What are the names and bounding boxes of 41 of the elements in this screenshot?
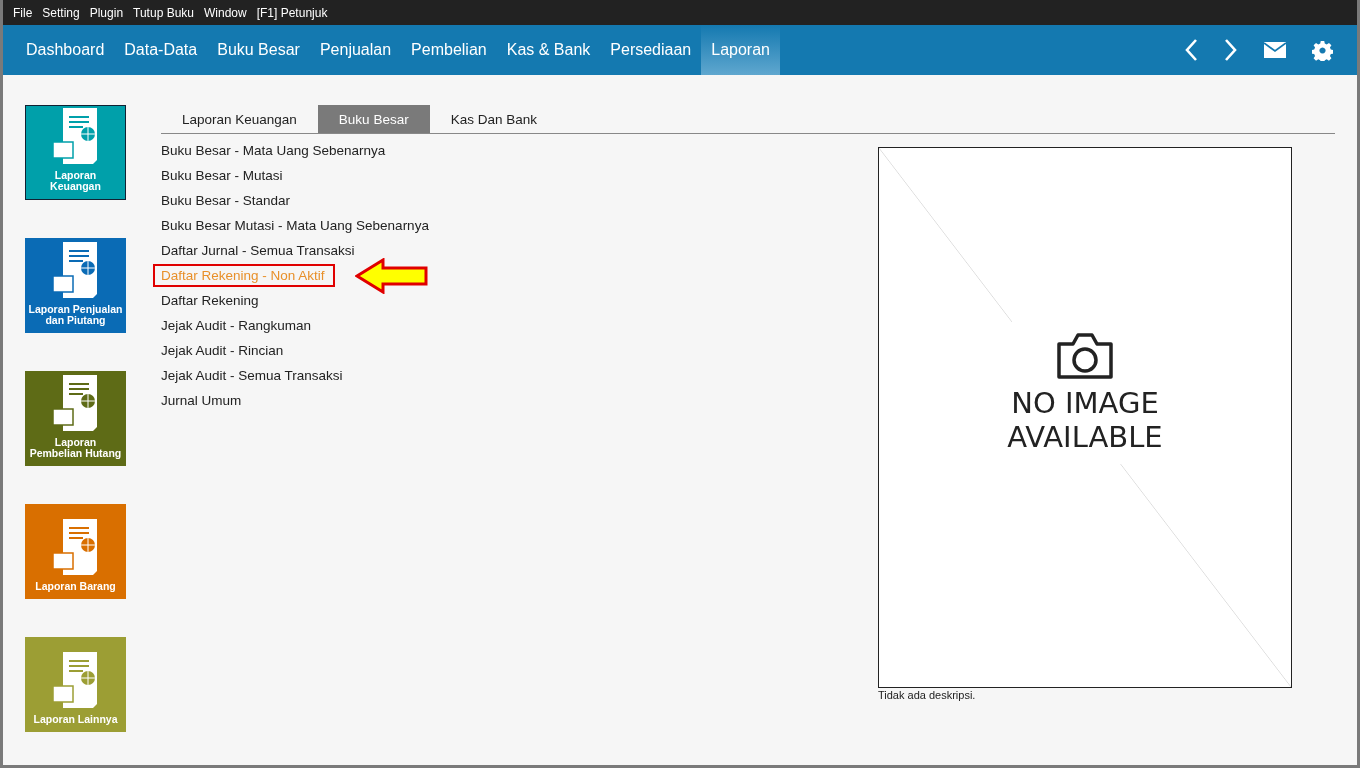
menu-item[interactable]: Setting bbox=[37, 5, 85, 20]
nav-tab[interactable]: Data-Data bbox=[114, 25, 208, 75]
report-category-tile[interactable]: Laporan Pembelian Hutang bbox=[25, 371, 126, 466]
nav-tab[interactable]: Buku Besar bbox=[207, 25, 310, 75]
report-item[interactable]: Jurnal Umum bbox=[161, 393, 242, 408]
report-tab[interactable]: Kas Dan Bank bbox=[429, 105, 558, 133]
back-icon[interactable] bbox=[1184, 38, 1198, 62]
preview-description: Tidak ada deskripsi. bbox=[878, 689, 977, 701]
report-tab[interactable]: Buku Besar bbox=[317, 105, 430, 133]
menu-item[interactable]: File bbox=[8, 5, 38, 20]
report-category-tile[interactable]: Laporan Penjualan dan Piutang bbox=[25, 238, 126, 333]
tile-label: Laporan Keuangan bbox=[50, 170, 101, 192]
tile-label: Laporan Penjualan dan Piutang bbox=[27, 304, 124, 326]
menu-item[interactable]: Tutup Buku bbox=[128, 5, 199, 20]
no-image-text: NO IMAGE AVAILABLE bbox=[1007, 385, 1163, 454]
mail-icon[interactable] bbox=[1264, 42, 1286, 58]
tile-label: Laporan Lainnya bbox=[33, 714, 118, 725]
nav-tab[interactable]: Pembelian bbox=[401, 25, 497, 75]
nav-tab[interactable]: Kas & Bank bbox=[496, 25, 601, 75]
nav-tab[interactable]: Persediaan bbox=[600, 25, 702, 75]
nav-tab[interactable]: Dashboard bbox=[16, 25, 115, 75]
report-item[interactable]: Buku Besar - Mata Uang Sebenarnya bbox=[161, 143, 386, 158]
forward-icon[interactable] bbox=[1224, 38, 1238, 62]
report-item[interactable]: Buku Besar - Mutasi bbox=[161, 168, 283, 183]
report-item[interactable]: Jejak Audit - Rangkuman bbox=[161, 318, 312, 333]
report-item[interactable]: Daftar Jurnal - Semua Transaksi bbox=[161, 243, 355, 258]
nav-tab[interactable]: Penjualan bbox=[309, 25, 402, 75]
settings-icon[interactable] bbox=[1312, 39, 1333, 61]
nav-tab[interactable]: Laporan bbox=[701, 25, 780, 75]
report-tab[interactable]: Laporan Keuangan bbox=[161, 105, 318, 133]
report-item[interactable]: Jejak Audit - Rincian bbox=[161, 343, 284, 358]
report-item[interactable]: Jejak Audit - Semua Transaksi bbox=[161, 368, 343, 383]
camera-icon bbox=[1056, 331, 1114, 380]
report-item[interactable]: Buku Besar Mutasi - Mata Uang Sebenarnya bbox=[161, 218, 429, 233]
menu-item[interactable]: [F1] Petunjuk bbox=[251, 5, 333, 20]
menu-item[interactable]: Window bbox=[199, 5, 252, 20]
report-item[interactable]: Buku Besar - Standar bbox=[161, 193, 291, 208]
tile-label: Laporan Barang bbox=[35, 581, 116, 592]
tile-label: Laporan Pembelian Hutang bbox=[29, 437, 122, 459]
menu-item[interactable]: Plugin bbox=[84, 5, 129, 20]
report-item[interactable]: Daftar Rekening bbox=[161, 293, 259, 308]
